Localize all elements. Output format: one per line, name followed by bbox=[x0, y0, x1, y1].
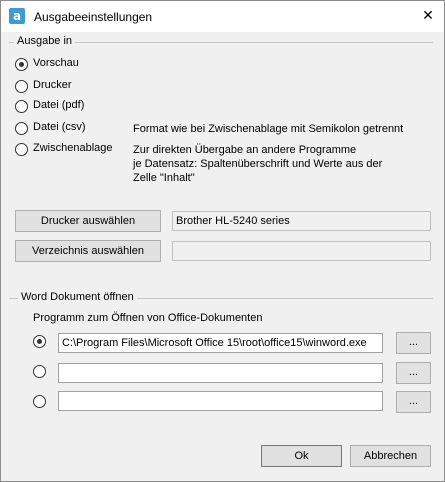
csv-description: Format wie bei Zwischenablage mit Semiko… bbox=[133, 123, 404, 135]
radio-file-pdf-label: Datei (pdf) bbox=[33, 99, 85, 111]
radio-file-csv-label: Datei (csv) bbox=[33, 121, 86, 133]
browse-button-3[interactable]: ... bbox=[396, 391, 431, 413]
program-path-input-2[interactable] bbox=[58, 363, 383, 383]
cancel-button[interactable]: Abbrechen bbox=[350, 445, 431, 467]
programs-label: Programm zum Öffnen von Office-Dokumente… bbox=[33, 312, 263, 324]
program-path-input-3[interactable] bbox=[58, 391, 383, 411]
ok-button[interactable]: Ok bbox=[261, 445, 342, 467]
radio-button[interactable] bbox=[15, 122, 28, 135]
radio-button[interactable] bbox=[33, 365, 46, 378]
app-logo-icon: a bbox=[9, 8, 25, 24]
program-radio-1[interactable] bbox=[33, 334, 47, 350]
radio-button[interactable] bbox=[33, 335, 46, 348]
clipboard-description-line3: Zelle "Inhalt" bbox=[133, 172, 195, 184]
program-path-input-1[interactable]: C:\Program Files\Microsoft Office 15\roo… bbox=[58, 333, 383, 353]
radio-printer-label: Drucker bbox=[33, 79, 72, 91]
window-title: Ausgabeeinstellungen bbox=[34, 10, 153, 24]
radio-preview-label: Vorschau bbox=[33, 57, 79, 69]
browse-button-2[interactable]: ... bbox=[396, 362, 431, 384]
output-group-label: Ausgabe in bbox=[14, 35, 76, 47]
printer-field: Brother HL-5240 series bbox=[172, 211, 431, 231]
radio-button[interactable] bbox=[15, 80, 28, 93]
clipboard-description-line2: je Datensatz: Spaltenüberschrift und Wer… bbox=[133, 158, 383, 170]
word-group-label: Word Dokument öffnen bbox=[18, 291, 137, 303]
radio-button[interactable] bbox=[33, 395, 46, 408]
radio-button[interactable] bbox=[15, 100, 28, 113]
dialog-window: a Ausgabeeinstellungen ✕ Ausgabe in Vors… bbox=[0, 0, 445, 482]
radio-button[interactable] bbox=[15, 143, 28, 156]
select-directory-button[interactable]: Verzeichnis auswählen bbox=[15, 240, 161, 262]
directory-field bbox=[172, 241, 431, 261]
radio-clipboard-label: Zwischenablage bbox=[33, 142, 113, 154]
title-bar: a Ausgabeeinstellungen ✕ bbox=[1, 1, 444, 32]
program-radio-2[interactable] bbox=[33, 364, 47, 380]
select-printer-button[interactable]: Drucker auswählen bbox=[15, 210, 161, 232]
program-radio-3[interactable] bbox=[33, 394, 47, 410]
browse-button-1[interactable]: ... bbox=[396, 332, 431, 354]
close-icon[interactable]: ✕ bbox=[412, 1, 444, 31]
radio-button[interactable] bbox=[15, 58, 28, 71]
clipboard-description-line1: Zur direkten Übergabe an andere Programm… bbox=[133, 144, 357, 156]
